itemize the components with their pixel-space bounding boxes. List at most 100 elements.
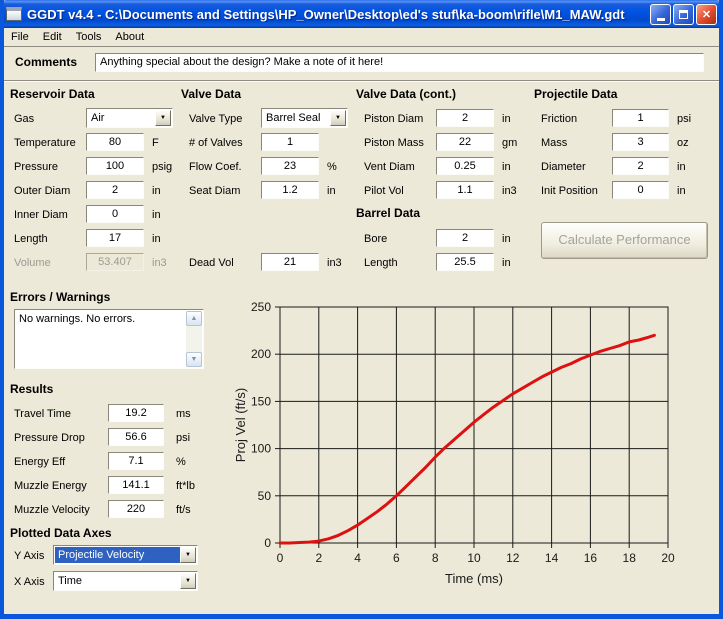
svg-text:200: 200 bbox=[251, 347, 271, 361]
x-axis-combo[interactable]: Time ▼ bbox=[53, 571, 198, 591]
minimize-button[interactable] bbox=[650, 3, 671, 25]
svg-text:250: 250 bbox=[251, 300, 271, 314]
inner-diam-input[interactable]: 0 bbox=[86, 205, 144, 223]
energy-eff-unit: % bbox=[176, 456, 186, 468]
mass-input[interactable]: 3 bbox=[612, 133, 669, 151]
field-row: Valve Type Barrel Seal ▼ bbox=[189, 108, 364, 132]
scrollbar[interactable]: ▲ ▼ bbox=[186, 311, 202, 367]
errors-text: No warnings. No errors. bbox=[19, 313, 136, 325]
field-row: Pressure 100 psig bbox=[14, 156, 189, 180]
y-axis-label: Y Axis bbox=[14, 550, 45, 562]
temperature-input[interactable]: 80 bbox=[86, 133, 144, 151]
piston-mass-input[interactable]: 22 bbox=[436, 133, 494, 151]
init-position-unit: in bbox=[677, 185, 686, 197]
energy-eff-label: Energy Eff bbox=[14, 456, 66, 468]
muzzle-velocity-input[interactable]: 220 bbox=[108, 500, 164, 518]
errors-textarea[interactable]: No warnings. No errors. ▲ ▼ bbox=[14, 309, 204, 369]
results-title: Results bbox=[10, 382, 54, 396]
pilot-vol-label: Pilot Vol bbox=[364, 185, 404, 197]
seat-diam-unit: in bbox=[327, 185, 336, 197]
length-label: Length bbox=[364, 257, 398, 269]
muzzle-velocity-label: Muzzle Velocity bbox=[14, 504, 90, 516]
field-row: Pilot Vol 1.1 in3 bbox=[364, 180, 539, 204]
svg-text:12: 12 bbox=[506, 551, 520, 565]
chevron-down-icon[interactable]: ▼ bbox=[155, 110, 171, 126]
menu-item-file[interactable]: File bbox=[4, 29, 36, 45]
pressure-input[interactable]: 100 bbox=[86, 157, 144, 175]
field-row: Temperature 80 F bbox=[14, 132, 189, 156]
svg-text:2: 2 bbox=[315, 551, 322, 565]
volume-label: Volume bbox=[14, 257, 51, 269]
svg-text:4: 4 bbox=[354, 551, 361, 565]
svg-text:18: 18 bbox=[623, 551, 637, 565]
seat-diam-input[interactable]: 1.2 bbox=[261, 181, 319, 199]
calculate-performance-button[interactable]: Calculate Performance bbox=[541, 222, 708, 259]
pressure-unit: psig bbox=[152, 161, 173, 173]
svg-text:10: 10 bbox=[467, 551, 481, 565]
dead-vol-label: Dead Vol bbox=[189, 257, 234, 269]
title-bar[interactable]: GGDT v4.4 - C:\Documents and Settings\HP… bbox=[4, 0, 719, 28]
muzzle-energy-input[interactable]: 141.1 bbox=[108, 476, 164, 494]
valve-type-combo-value: Barrel Seal bbox=[266, 112, 321, 124]
outer-diam-input[interactable]: 2 bbox=[86, 181, 144, 199]
field-row: Seat Diam 1.2 in bbox=[189, 180, 364, 204]
of-valves-input[interactable]: 1 bbox=[261, 133, 319, 151]
pilot-vol-input[interactable]: 1.1 bbox=[436, 181, 494, 199]
inner-diam-unit: in bbox=[152, 209, 161, 221]
valve-type-combo[interactable]: Barrel Seal ▼ bbox=[261, 108, 348, 128]
svg-text:0: 0 bbox=[277, 551, 284, 565]
volume-input: 53.407 bbox=[86, 253, 144, 271]
chevron-down-icon[interactable]: ▼ bbox=[180, 547, 196, 563]
piston-diam-unit: in bbox=[502, 113, 511, 125]
chevron-down-icon[interactable]: ▼ bbox=[180, 573, 196, 589]
field-row: Friction 1 psi bbox=[541, 108, 716, 132]
dead-vol-input[interactable]: 21 bbox=[261, 253, 319, 271]
field-row: Outer Diam 2 in bbox=[14, 180, 189, 204]
field-row: Dead Vol 21 in3 bbox=[189, 252, 364, 276]
valve-type-label: Valve Type bbox=[189, 113, 243, 125]
section-title-reservoir: Reservoir Data bbox=[10, 87, 95, 101]
close-button[interactable]: ✕ bbox=[696, 3, 717, 25]
travel-time-label: Travel Time bbox=[14, 408, 72, 420]
pilot-vol-unit: in3 bbox=[502, 185, 517, 197]
diameter-input[interactable]: 2 bbox=[612, 157, 669, 175]
scroll-up-icon[interactable]: ▲ bbox=[186, 311, 202, 326]
menu-item-edit[interactable]: Edit bbox=[36, 29, 69, 45]
svg-text:Time (ms): Time (ms) bbox=[445, 571, 503, 586]
maximize-button[interactable] bbox=[673, 3, 694, 25]
menu-bar: File Edit Tools About bbox=[4, 28, 719, 47]
bore-input[interactable]: 2 bbox=[436, 229, 494, 247]
friction-input[interactable]: 1 bbox=[612, 109, 669, 127]
scroll-down-icon[interactable]: ▼ bbox=[186, 352, 202, 367]
length-input[interactable]: 17 bbox=[86, 229, 144, 247]
svg-text:8: 8 bbox=[432, 551, 439, 565]
vent-diam-label: Vent Diam bbox=[364, 161, 415, 173]
energy-eff-input[interactable]: 7.1 bbox=[108, 452, 164, 470]
pressure-drop-input[interactable]: 56.6 bbox=[108, 428, 164, 446]
x-axis-value: Time bbox=[58, 575, 83, 587]
app-icon bbox=[6, 7, 22, 21]
comments-input[interactable]: Anything special about the design? Make … bbox=[95, 53, 704, 72]
field-row: Piston Mass 22 gm bbox=[364, 132, 539, 156]
flow-coef-input[interactable]: 23 bbox=[261, 157, 319, 175]
chevron-down-icon[interactable]: ▼ bbox=[330, 110, 346, 126]
gas-label: Gas bbox=[14, 113, 35, 125]
field-row: Diameter 2 in bbox=[541, 156, 716, 180]
mass-unit: oz bbox=[677, 137, 689, 149]
gas-combo[interactable]: Air ▼ bbox=[86, 108, 173, 128]
flow-coef-unit: % bbox=[327, 161, 337, 173]
y-axis-combo[interactable]: Projectile Velocity ▼ bbox=[53, 545, 198, 565]
field-row: Init Position 0 in bbox=[541, 180, 716, 204]
bore-unit: in bbox=[502, 233, 511, 245]
vent-diam-input[interactable]: 0.25 bbox=[436, 157, 494, 175]
piston-diam-input[interactable]: 2 bbox=[436, 109, 494, 127]
menu-item-tools[interactable]: Tools bbox=[69, 29, 109, 45]
field-row: Gas Air ▼ bbox=[14, 108, 189, 132]
travel-time-input[interactable]: 19.2 bbox=[108, 404, 164, 422]
diameter-unit: in bbox=[677, 161, 686, 173]
init-position-input[interactable]: 0 bbox=[612, 181, 669, 199]
menu-item-about[interactable]: About bbox=[108, 29, 151, 45]
length-input[interactable]: 25.5 bbox=[436, 253, 494, 271]
field-row: Muzzle Velocity 220 ft/s bbox=[14, 499, 224, 523]
field-row: Volume 53.407 in3 bbox=[14, 252, 189, 276]
